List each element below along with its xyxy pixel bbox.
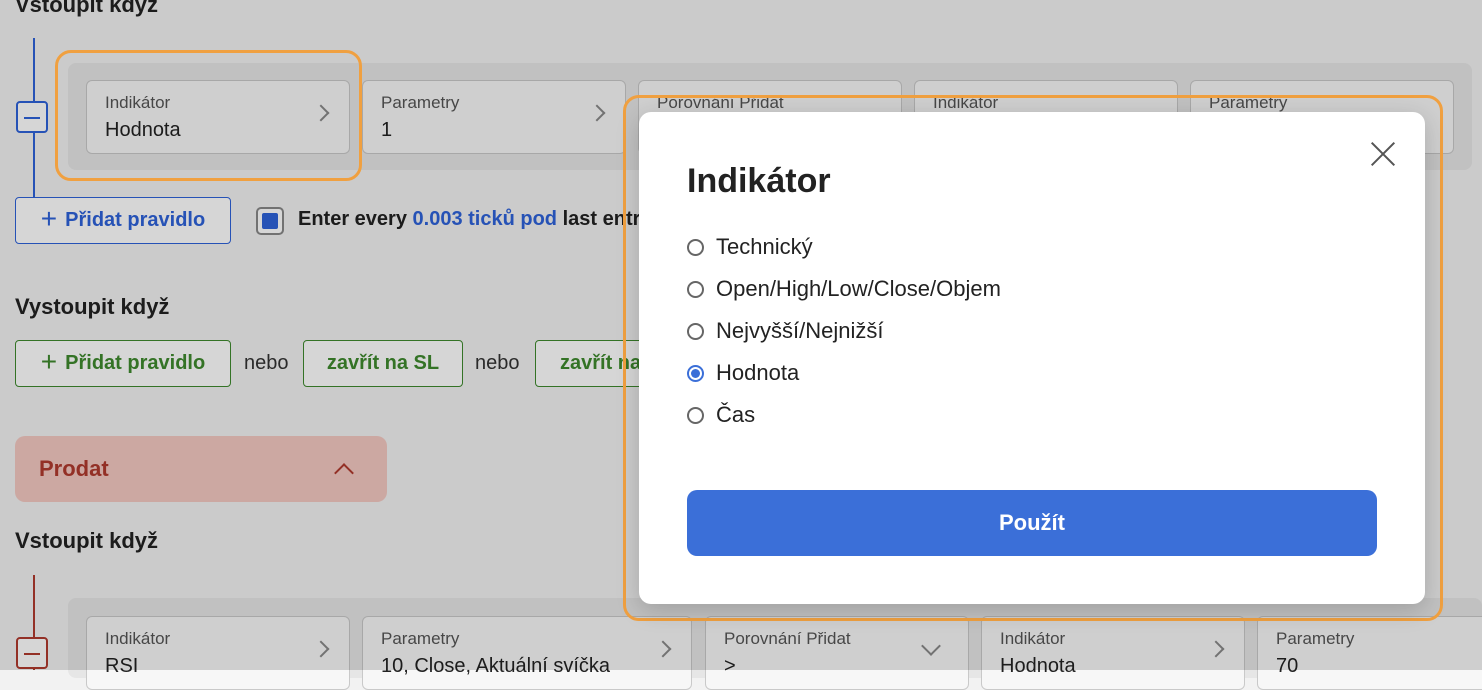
option-label: Open/High/Low/Close/Objem [716, 276, 1001, 301]
radio-button[interactable] [687, 406, 704, 424]
option-highest-lowest[interactable]: Nejvyšší/Nejnižší [687, 316, 883, 346]
option-ohlcv[interactable]: Open/High/Low/Close/Objem [687, 274, 1001, 304]
option-label: Nejvyšší/Nejnižší [716, 318, 884, 343]
option-value[interactable]: Hodnota [687, 358, 799, 388]
close-icon[interactable] [1367, 138, 1399, 170]
apply-button[interactable]: Použít [687, 490, 1377, 556]
option-label: Čas [716, 402, 756, 427]
radio-button[interactable] [687, 238, 704, 256]
radio-button[interactable] [687, 322, 704, 340]
radio-button[interactable] [687, 280, 704, 298]
modal-title: Indikátor [687, 162, 831, 200]
radio-button-selected[interactable] [687, 364, 704, 382]
apply-label: Použít [999, 510, 1065, 535]
option-label: Technický [716, 234, 813, 259]
option-label: Hodnota [716, 360, 800, 385]
option-time[interactable]: Čas [687, 400, 755, 430]
indicator-modal: Indikátor Technický Open/High/Low/Close/… [639, 112, 1425, 604]
indicator-field-highlight [55, 50, 362, 181]
option-technical[interactable]: Technický [687, 232, 813, 262]
